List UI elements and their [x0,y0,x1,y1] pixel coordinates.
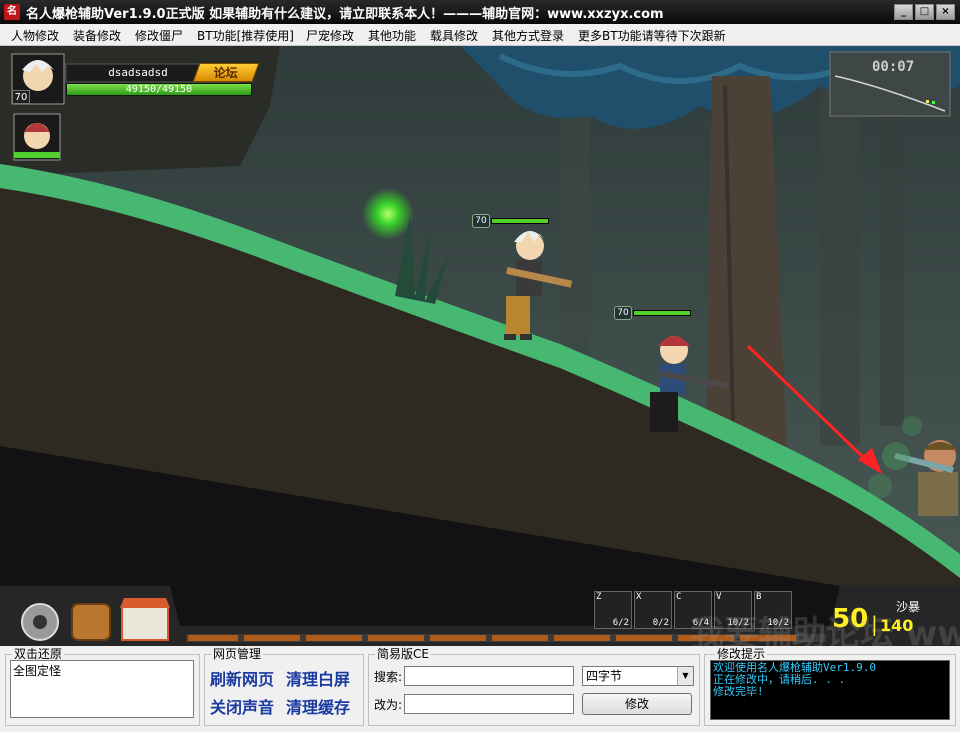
pet-hp-bar [633,310,691,316]
forum-label: 论坛 [213,66,238,80]
mute-sound-button[interactable]: 关闭声音 [210,694,274,718]
stage-timer: 00:07 [872,59,915,75]
slot-count: 6/2 [612,618,629,628]
settings-gear-icon[interactable] [20,602,60,642]
simple-ce-group-title: 简易版CE [375,647,431,661]
minimize-button[interactable]: _ [894,4,913,20]
menu-zombie[interactable]: 修改僵尸 [135,27,183,44]
ammo-total: 140 [880,616,914,635]
modify-button[interactable]: 修改 [582,693,692,715]
player-level-badge: 70 [12,90,30,104]
change-label: 改为: [374,698,403,712]
slot-count: 0/2 [652,618,669,628]
close-button[interactable]: × [936,4,955,20]
window-title: 名人爆枪辅助Ver1.9.0正式版 如果辅助有什么建议，请立即联系本人！———辅… [26,7,664,22]
slot-key: Z [596,592,602,602]
menu-other-login[interactable]: 其他方式登录 [492,27,564,44]
backpack-icon[interactable] [70,602,112,642]
value-type-select[interactable]: 四字节 ▼ [582,666,694,686]
app-icon: 名 [4,4,20,20]
title-bar: 名 名人爆枪辅助Ver1.9.0正式版 如果辅助有什么建议，请立即联系本人！——… [0,0,960,24]
menu-more-bt[interactable]: 更多BT功能请等待下次跟新 [578,27,726,44]
player-name: dsadsadsd [108,66,168,79]
forum-button[interactable]: 论坛 [192,63,260,82]
slot-key: X [636,592,642,602]
game-scene [0,46,960,646]
tips-group-title: 修改提示 [715,647,768,661]
menu-pet[interactable]: 尸宠修改 [306,27,354,44]
menu-character[interactable]: 人物修改 [11,27,59,44]
control-panel: 双击还原 全图定怪 网页管理 刷新网页 清理白屏 关闭声音 清理缓存 简易版CE… [0,646,960,732]
tips-log: 欢迎使用名人爆枪辅助Ver1.9.0 正在修改中，请稍后. . . 修改完毕! [710,660,950,720]
clear-cache-button[interactable]: 清理缓存 [286,694,350,718]
menu-equipment[interactable]: 装备修改 [73,27,121,44]
clear-white-screen-button[interactable]: 清理白屏 [286,666,350,690]
value-type-selected: 四字节 [586,669,623,683]
restore-group-title: 双击还原 [12,647,65,661]
game-viewport[interactable]: dsadsadsd 论坛 49150/49150 70 00:07 70 70 … [0,46,960,646]
menu-other[interactable]: 其他功能 [368,27,416,44]
restore-listbox[interactable]: 全图定怪 [10,660,194,718]
item-slot-z[interactable]: Z 6/2 [594,591,632,629]
list-item[interactable]: 全图定怪 [13,662,191,679]
slot-key: C [676,592,682,602]
menu-bt-functions[interactable]: BT功能[推荐使用] [197,27,294,44]
shop-icon[interactable] [120,598,170,642]
log-line: 修改完毕! [713,685,764,698]
webpage-group-title: 网页管理 [211,647,264,661]
menu-bar: 人物修改 装备修改 修改僵尸 BT功能[推荐使用] 尸宠修改 其他功能 载具修改… [0,24,960,46]
character-level-badge: 70 [472,214,490,228]
menu-vehicle[interactable]: 载具修改 [430,27,478,44]
change-to-input[interactable] [404,694,574,714]
player-hp-text: 49150/49150 [125,84,193,95]
player-hp-bar: 49150/49150 [66,83,252,96]
maximize-button[interactable]: □ [915,4,934,20]
refresh-page-button[interactable]: 刷新网页 [210,666,274,690]
slot-key: V [716,592,722,602]
search-label: 搜索: [374,670,403,684]
character-hp-bar [491,218,549,224]
simple-ce-group: 简易版CE [368,647,700,726]
slot-key: B [756,592,762,602]
weapon-name: 沙暴 [896,600,921,614]
chevron-down-icon[interactable]: ▼ [677,667,693,685]
ammo-separator: | [871,612,878,636]
ammo-current: 50 [832,604,869,634]
search-input[interactable] [404,666,574,686]
item-slot-x[interactable]: X 0/2 [634,591,672,629]
pet-level-badge: 70 [614,306,632,320]
